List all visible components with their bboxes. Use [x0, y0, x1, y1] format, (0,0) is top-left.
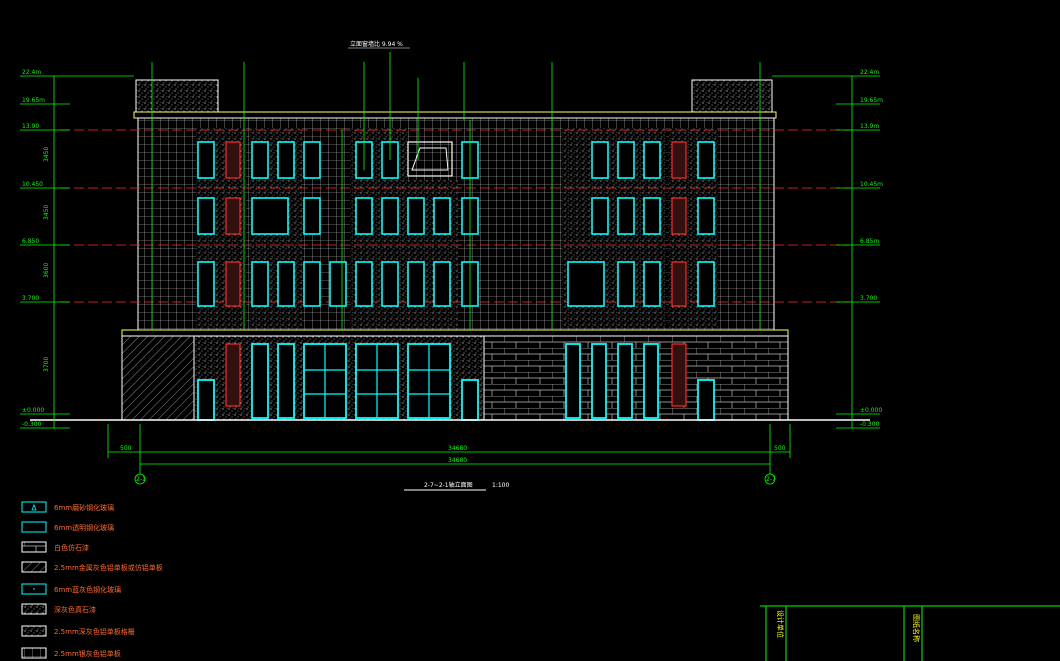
elev-left-1: 19.65m: [22, 97, 45, 104]
elev-left-2: 13.90: [22, 123, 39, 130]
floor-height-3: 3700: [43, 357, 50, 372]
elev-right-5: 3.700: [860, 295, 877, 302]
title-block-cell-b: 图纸名称: [912, 614, 921, 642]
legend: 6mm磨砂钢化玻璃 6mm透明钢化玻璃 白色仿石漆 2.5mm金属灰色铝单板或仿…: [21, 501, 163, 659]
dim-overall: 34680: [448, 445, 467, 452]
stone-brick-icon: [21, 541, 47, 553]
elev-right-1: 19.65m: [860, 97, 883, 104]
legend-text-7: 2.5mm银灰色铝单板: [54, 649, 121, 658]
elev-right-6: ±0.000: [860, 407, 882, 414]
glass-plain-icon: [21, 521, 47, 533]
dim-side-left: 500: [120, 445, 132, 452]
elev-left-7: -0.300: [22, 421, 42, 428]
legend-text-4: 6mm蓝灰色钢化玻璃: [54, 585, 121, 594]
right-elevation-labels: 22.4m 19.65m 13.9m 10.45m 6.85m 3.700 ±0…: [860, 69, 883, 428]
drawing-title: 2-7~2-1轴立面图: [424, 481, 473, 489]
elev-right-0: 22.4m: [860, 69, 879, 76]
axis-label-left: 2-1: [136, 476, 146, 483]
dim-sub: 34680: [448, 457, 467, 464]
hatch-cross-icon: [21, 625, 47, 637]
wall-window-ratio-note: 立面窗墙比 9.94 %: [350, 40, 403, 48]
hatch-diagonal-icon: [21, 561, 47, 573]
drawing-scale: 1:100: [492, 482, 509, 489]
legend-text-5: 深灰色真石漆: [54, 605, 96, 614]
elev-left-0: 22.4m: [22, 69, 41, 76]
legend-text-3: 2.5mm金属灰色铝单板或仿铝单板: [54, 563, 163, 572]
elev-left-6: ±0.000: [22, 407, 44, 414]
elev-left-3: 10.450: [22, 181, 43, 188]
ground-floor-right-brick: [483, 335, 789, 421]
legend-text-1: 6mm透明钢化玻璃: [54, 523, 114, 532]
elev-right-3: 10.45m: [860, 181, 883, 188]
floor-height-2: 3600: [43, 263, 50, 278]
roof-cornice: [133, 111, 777, 119]
elev-left-4: 6.850: [22, 238, 39, 245]
elev-right-4: 6.85m: [860, 238, 879, 245]
glass-triangle-icon: [21, 501, 47, 513]
legend-text-6: 2.5mm深灰色铝单板格栅: [54, 627, 135, 636]
elevation-drawing: 22.4m 19.65m 13.90 10.450 6.850 3.700 ±0…: [20, 40, 1060, 661]
floor-height-dims: 3450 3450 3600 3700: [43, 147, 50, 372]
ground-floor-left-cladding: [121, 335, 195, 421]
legend-text-0: 6mm磨砂钢化玻璃: [54, 503, 114, 512]
elev-right-7: -0.300: [860, 421, 880, 428]
parapet-left: [135, 79, 219, 115]
grid-dot-icon: [21, 647, 47, 659]
floor-height-1: 3450: [43, 205, 50, 220]
title-block-cell-a: 设计单位: [776, 610, 785, 638]
speckle-stone-icon: [21, 603, 47, 615]
elev-left-5: 3.700: [22, 295, 39, 302]
dim-side-right: 500: [774, 445, 786, 452]
elev-right-2: 13.9m: [860, 123, 879, 130]
axis-label-right: 2-7: [766, 476, 776, 483]
ground-floor-slab: [121, 329, 789, 337]
floor-height-0: 3450: [43, 147, 50, 162]
left-elevation-labels: 22.4m 19.65m 13.90 10.450 6.850 3.700 ±0…: [22, 69, 45, 428]
title-block: [760, 605, 1060, 661]
legend-text-2: 白色仿石漆: [54, 543, 89, 552]
